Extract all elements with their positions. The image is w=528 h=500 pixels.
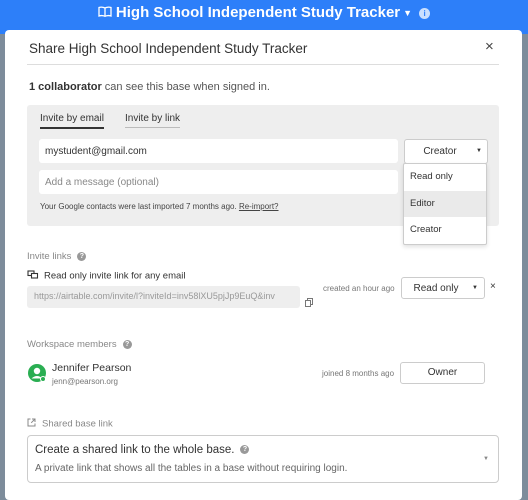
contacts-note: Your Google contacts were last imported … xyxy=(40,202,279,211)
remove-link-icon[interactable]: × xyxy=(490,281,496,292)
external-link-icon xyxy=(27,418,36,430)
base-title-text: High School Independent Study Tracker xyxy=(115,4,401,21)
app-header: High School Independent Study Tracker ▼ i xyxy=(0,0,528,34)
create-shared-link-button[interactable]: Create a shared link to the whole base.?… xyxy=(27,435,499,483)
invite-links-heading: Invite links? xyxy=(27,251,87,262)
link-permission-select[interactable]: Read only ▼ xyxy=(401,277,485,299)
shared-link-title: Create a shared link to the whole base.? xyxy=(35,444,250,456)
caret-down-icon: ▼ xyxy=(476,148,482,154)
role-select[interactable]: Creator ▼ xyxy=(404,139,488,164)
link-permission-value: Read only xyxy=(413,283,459,294)
collaborator-text: can see this base when signed in. xyxy=(101,81,270,93)
role-dropdown-menu: Read only Editor Creator xyxy=(403,163,487,245)
shared-base-heading: Shared base link xyxy=(27,418,113,430)
member-joined: joined 8 months ago xyxy=(322,369,395,378)
copy-icon[interactable] xyxy=(305,294,313,312)
workspace-members-heading-text: Workspace members xyxy=(27,339,117,350)
title-divider xyxy=(27,64,499,65)
help-icon[interactable]: ? xyxy=(122,339,132,349)
member-name: Jennifer Pearson xyxy=(52,362,132,374)
collaborator-count: 1 collaborator xyxy=(29,81,102,93)
tab-invite-by-link[interactable]: Invite by link xyxy=(125,113,181,128)
avatar xyxy=(28,364,46,382)
close-icon[interactable]: × xyxy=(485,38,494,55)
shared-base-heading-text: Shared base link xyxy=(42,418,113,430)
invite-links-heading-text: Invite links xyxy=(27,251,72,262)
workspace-members-heading: Workspace members? xyxy=(27,339,132,350)
role-option-editor[interactable]: Editor xyxy=(404,190,486,218)
readonly-link-label: Read only invite link for any email xyxy=(44,270,186,282)
share-dialog: Share High School Independent Study Trac… xyxy=(5,30,522,500)
readonly-link-row: Read only invite link for any email xyxy=(27,270,186,282)
online-status-icon xyxy=(40,376,46,382)
link-created-time: created an hour ago xyxy=(323,284,395,293)
help-icon[interactable]: ? xyxy=(240,445,250,455)
invite-link-url[interactable]: https://airtable.com/invite/l?inviteId=i… xyxy=(27,286,300,308)
dialog-title: Share High School Independent Study Trac… xyxy=(29,41,308,56)
link-icon xyxy=(27,270,39,282)
shared-link-description: A private link that shows all the tables… xyxy=(35,463,348,474)
tab-invite-by-email[interactable]: Invite by email xyxy=(40,113,104,129)
base-title[interactable]: High School Independent Study Tracker ▼ i xyxy=(0,4,528,22)
contacts-note-text: Your Google contacts were last imported … xyxy=(40,202,237,211)
chevron-down-icon[interactable]: ▼ xyxy=(403,8,412,18)
help-icon[interactable]: ? xyxy=(77,251,87,261)
role-option-creator[interactable]: Creator xyxy=(404,217,486,244)
caret-down-icon: ▼ xyxy=(472,285,478,291)
message-field[interactable] xyxy=(39,170,398,194)
shared-link-title-text: Create a shared link to the whole base. xyxy=(35,444,235,456)
member-email: jenn@pearson.org xyxy=(52,377,118,386)
info-icon[interactable]: i xyxy=(419,7,431,19)
collaborator-summary: 1 collaborator can see this base when si… xyxy=(29,81,270,93)
role-option-read-only[interactable]: Read only xyxy=(404,164,486,191)
email-field[interactable] xyxy=(39,139,398,163)
book-icon xyxy=(98,4,112,22)
member-role: Owner xyxy=(400,362,485,384)
reimport-link[interactable]: Re-import? xyxy=(239,202,279,211)
caret-down-icon: ▼ xyxy=(483,456,489,462)
role-select-value: Creator xyxy=(423,146,457,157)
